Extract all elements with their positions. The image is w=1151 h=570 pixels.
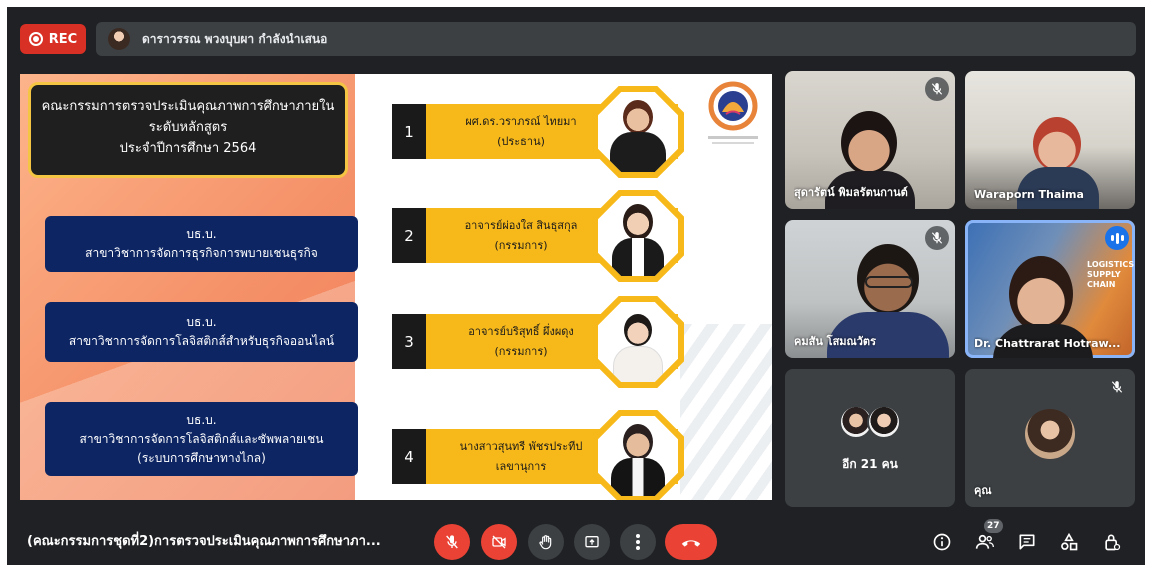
member-info: ผศ.ดร.วราภรณ์ ไทยมา (ประธาน)	[426, 104, 616, 159]
speaking-indicator-icon	[1105, 226, 1129, 250]
rec-label: REC	[48, 31, 78, 47]
member-name: อาจารย์ผ่องใส สินธุสกุล	[464, 218, 578, 232]
people-button[interactable]: 27	[970, 519, 1003, 557]
member-name: ผศ.ดร.วราภรณ์ ไทยมา	[465, 114, 577, 128]
hang-up-icon	[681, 540, 701, 547]
member-info: นางสาวสุนทรี พัชรประทีป เลขานุการ	[426, 429, 616, 484]
member-info: อาจารย์บริสุทธิ์ ผึ่งผดุง (กรรมการ)	[426, 314, 616, 369]
participant-name: Dr. Chattrarat Hotraw...	[974, 337, 1121, 350]
university-logo-icon	[708, 81, 758, 144]
program-note: (ระบบการศึกษาทางไกล)	[137, 450, 266, 465]
mic-off-icon	[446, 535, 458, 549]
mic-off-icon	[925, 77, 949, 101]
raise-hand-button[interactable]	[528, 524, 564, 560]
participant-name: Waraporn Thaima	[974, 188, 1084, 201]
host-controls-button[interactable]	[1097, 527, 1127, 557]
member-name: อาจารย์บริสุทธิ์ ผึ่งผดุง	[468, 324, 574, 338]
slide-title-line3: ประจำปีการศึกษา 2564	[119, 141, 257, 156]
avatar	[1025, 409, 1075, 459]
participant-count-badge: 27	[984, 519, 1003, 533]
activities-button[interactable]	[1054, 527, 1084, 557]
mic-off-icon	[925, 226, 949, 250]
presenter-text: ดาราวรรณ พวงบุบผา กำลังนำเสนอ	[142, 31, 328, 46]
member-role: (ประธาน)	[497, 134, 545, 148]
member-number: 4	[392, 429, 426, 484]
mic-off-icon	[1105, 375, 1129, 399]
slide-title: คณะกรรมการตรวจประเมินคุณภาพการศึกษาภายใน…	[28, 82, 348, 178]
meet-window: REC ดาราวรรณ พวงบุบผา กำลังนำเสนอ คณะกรร…	[7, 7, 1145, 565]
member-photo-4	[592, 410, 684, 500]
present-icon	[585, 536, 599, 548]
participant-name: คมสัน โสมณวัตร	[794, 335, 876, 348]
participant-name: คุณ	[974, 484, 992, 497]
chat-button[interactable]	[1012, 527, 1042, 557]
camera-toggle-button[interactable]	[481, 524, 517, 560]
participant-tile-3[interactable]: คมสัน โสมณวัตร	[785, 220, 955, 358]
present-screen-button[interactable]	[574, 524, 610, 560]
participant-tile-others[interactable]: อีก 21 คน	[785, 369, 955, 507]
background-text: LOGISTICS SUPPLY CHAIN	[1087, 260, 1135, 289]
decorative-stripes	[680, 324, 772, 500]
slide-title-line1: คณะกรรมการตรวจประเมินคุณภาพการศึกษาภายใน	[41, 99, 335, 114]
participant-tile-self[interactable]: คุณ	[965, 369, 1135, 507]
program-name: สาขาวิชาการจัดการโลจิสติกส์สำหรับธุรกิจอ…	[68, 334, 335, 348]
member-role: เลขานุการ	[495, 459, 547, 473]
program-box-3: บธ.บ. สาขาวิชาการจัดการโลจิสติกส์และซัพพ…	[45, 402, 358, 476]
member-number: 2	[392, 208, 426, 263]
presenter-banner: ดาราวรรณ พวงบุบผา กำลังนำเสนอ	[96, 22, 1136, 56]
info-icon	[933, 533, 951, 551]
program-box-1: บธ.บ. สาขาวิชาการจัดการธุรกิจการพบายเชนธ…	[45, 216, 358, 272]
lock-person-icon	[1105, 534, 1121, 551]
chat-icon	[1019, 534, 1035, 550]
program-name: สาขาวิชาการจัดการโลจิสติกส์และซัพพลายเชน	[79, 431, 324, 446]
member-photo-1	[592, 86, 684, 178]
meeting-title: (คณะกรรมการชุดที่2)การตรวจประเมินคุณภาพก…	[27, 534, 381, 549]
people-icon	[975, 534, 994, 549]
slide-title-line2: ระดับหลักสูตร	[148, 120, 228, 135]
member-number: 1	[392, 104, 426, 159]
participant-tile-2[interactable]: Waraporn Thaima	[965, 71, 1135, 209]
member-role: (กรรมการ)	[494, 344, 548, 358]
member-info: อาจารย์ผ่องใส สินธุสกุล (กรรมการ)	[426, 208, 616, 263]
member-photo-3	[592, 296, 684, 388]
participant-tile-1[interactable]: สุดารัตน์ พิมลรัตนกานต์	[785, 71, 955, 209]
program-degree: บธ.บ.	[186, 412, 217, 427]
more-vert-icon	[636, 534, 640, 550]
mic-toggle-button[interactable]	[434, 524, 470, 560]
meeting-details-button[interactable]	[927, 527, 957, 557]
avatar	[867, 405, 901, 439]
leave-call-button[interactable]	[665, 524, 717, 560]
others-count-label: อีก 21 คน	[842, 457, 898, 471]
activities-icon	[1061, 532, 1078, 551]
member-photo-2	[592, 190, 684, 282]
record-icon	[28, 32, 43, 46]
presenter-avatar	[108, 28, 130, 50]
member-number: 3	[392, 314, 426, 369]
participant-name: สุดารัตน์ พิมลรัตนกานต์	[794, 186, 908, 199]
member-name: นางสาวสุนทรี พัชรประทีป	[459, 439, 583, 453]
hand-icon	[539, 535, 552, 550]
more-options-button[interactable]	[620, 524, 656, 560]
program-degree: บธ.บ.	[186, 227, 217, 241]
member-role: (กรรมการ)	[494, 238, 548, 252]
program-box-2: บธ.บ. สาขาวิชาการจัดการโลจิสติกส์สำหรับธ…	[45, 302, 358, 362]
recording-badge: REC	[20, 24, 86, 54]
participant-tile-4[interactable]: LOGISTICS SUPPLY CHAIN Dr. Chattrarat Hot…	[965, 220, 1135, 358]
camera-off-icon	[492, 535, 506, 549]
program-degree: บธ.บ.	[186, 315, 217, 329]
program-name: สาขาวิชาการจัดการธุรกิจการพบายเชนธุรกิจ	[85, 246, 318, 260]
presentation-slide: คณะกรรมการตรวจประเมินคุณภาพการศึกษาภายใน…	[20, 74, 772, 500]
